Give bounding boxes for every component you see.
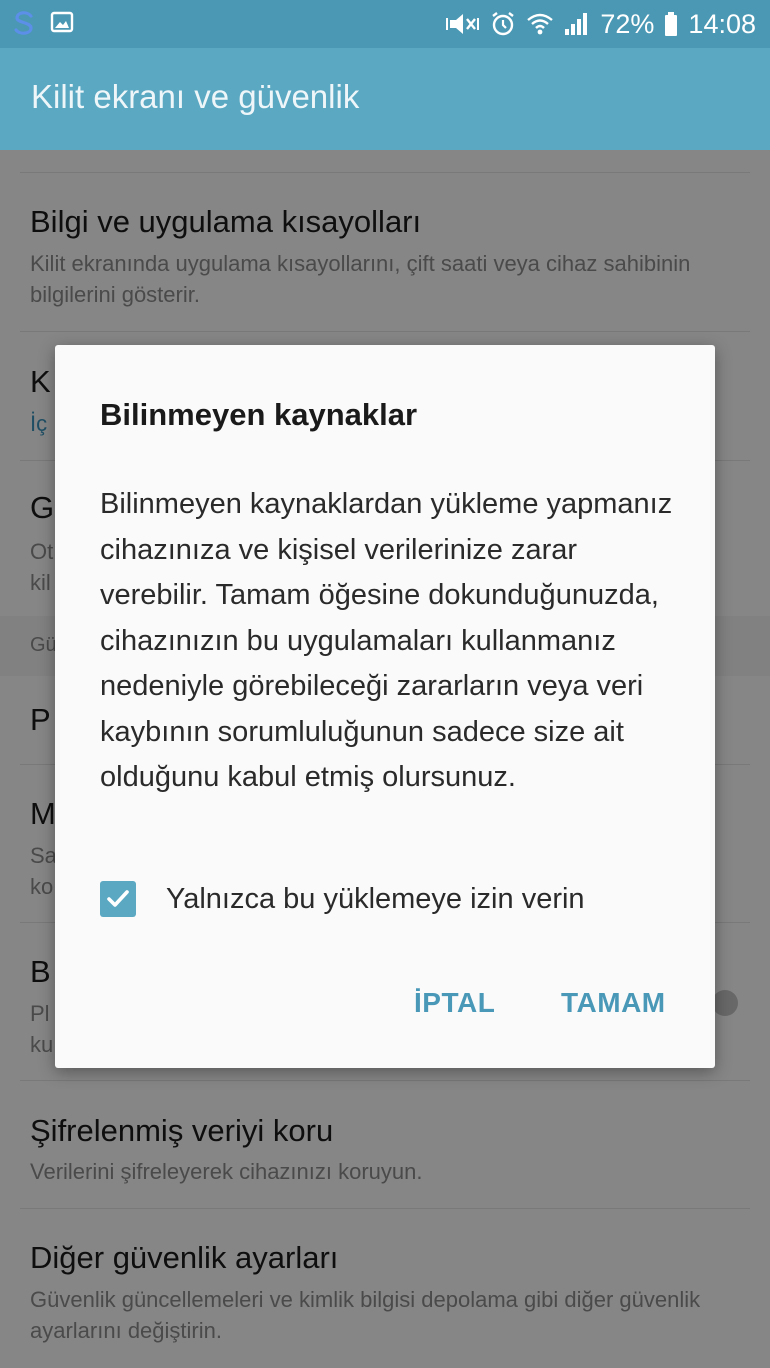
allow-once-checkbox[interactable]: [100, 881, 136, 917]
cancel-button[interactable]: İPTAL: [414, 987, 495, 1019]
unknown-sources-dialog: Bilinmeyen kaynaklar Bilinmeyen kaynakla…: [55, 345, 715, 1068]
signal-icon: [564, 11, 590, 37]
wifi-icon: [526, 11, 554, 37]
page-title: Kilit ekranı ve güvenlik: [31, 78, 360, 115]
s-app-icon: [12, 10, 36, 35]
battery-icon: [664, 11, 678, 37]
battery-percent: 72%: [600, 8, 655, 39]
app-bar: Kilit ekranı ve güvenlik: [0, 48, 770, 150]
checkmark-icon: [107, 890, 129, 907]
status-bar: 72% 14:08: [0, 0, 770, 48]
alarm-icon: [490, 11, 516, 37]
image-icon: [50, 10, 74, 34]
ok-button[interactable]: TAMAM: [561, 987, 666, 1019]
status-right: 72% 14:08: [446, 6, 756, 42]
mute-icon: [446, 11, 480, 37]
checkbox-label: Yalnızca bu yüklemeye izin verin: [166, 882, 585, 915]
allow-once-checkbox-row[interactable]: Yalnızca bu yüklemeye izin verin: [100, 873, 585, 925]
clock: 14:08: [688, 8, 756, 39]
dialog-message: Bilinmeyen kaynaklardan yükleme yapmanız…: [100, 488, 673, 793]
status-left-icons: [12, 10, 74, 35]
dialog-title: Bilinmeyen kaynaklar: [100, 397, 418, 432]
